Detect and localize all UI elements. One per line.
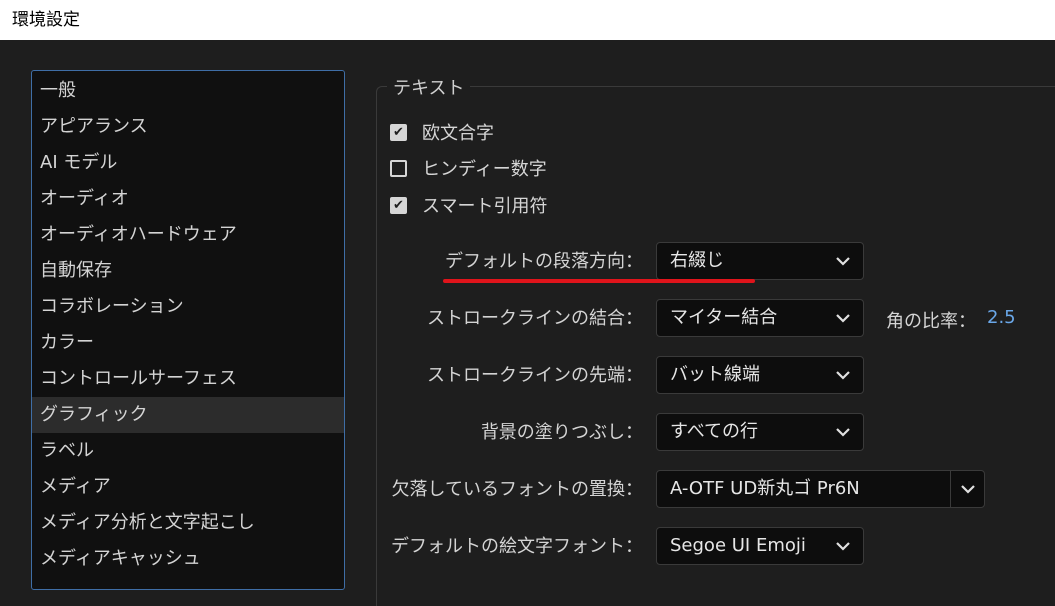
sidebar-item-labels[interactable]: ラベル xyxy=(32,433,344,469)
sidebar-item-collaboration[interactable]: コラボレーション xyxy=(32,289,344,325)
background-fill-dropdown[interactable]: すべての行 xyxy=(656,413,864,451)
checkbox-smart-quotes[interactable]: ✔ スマート引用符 xyxy=(390,193,547,217)
annotation-red-underline xyxy=(443,279,755,283)
stroke-cap-value: バット線端 xyxy=(670,364,760,385)
sidebar-item-graphics[interactable]: グラフィック xyxy=(32,397,344,433)
checkbox-hindi-digits-label: ヒンディー数字 xyxy=(422,159,547,180)
sidebar-item-media-cache[interactable]: メディアキャッシュ xyxy=(32,541,344,577)
sidebar-item-color[interactable]: カラー xyxy=(32,325,344,361)
sidebar-item-general[interactable]: 一般 xyxy=(32,73,344,109)
stroke-join-value: マイター結合 xyxy=(670,307,778,328)
check-icon[interactable]: ✔ xyxy=(390,123,407,141)
miter-ratio-value[interactable]: 2.5 xyxy=(987,307,1016,328)
emoji-font-dropdown[interactable]: Segoe UI Emoji xyxy=(656,527,864,565)
checkbox-empty-icon[interactable] xyxy=(390,159,407,177)
checkbox-smart-quotes-label: スマート引用符 xyxy=(422,196,548,217)
paragraph-direction-dropdown[interactable]: 右綴じ xyxy=(656,242,864,280)
emoji-font-label: デフォルトの絵文字フォント： xyxy=(391,536,643,557)
sidebar-item-appearance[interactable]: アピアランス xyxy=(32,109,344,145)
text-section-title: テキスト xyxy=(387,74,471,100)
window-title: 環境設定 xyxy=(0,0,1055,40)
missing-font-replace-dropdown[interactable]: A-OTF UD新丸ゴ Pr6N xyxy=(656,470,985,508)
sidebar-item-media-analysis[interactable]: メディア分析と文字起こし xyxy=(32,505,344,541)
chevron-down-icon xyxy=(831,300,855,336)
chevron-down-icon xyxy=(831,357,855,393)
chevron-down-icon xyxy=(831,414,855,450)
sidebar-item-audio[interactable]: オーディオ xyxy=(32,181,344,217)
checkbox-hindi-digits[interactable]: ヒンディー数字 xyxy=(390,156,547,180)
sidebar-item-auto-save[interactable]: 自動保存 xyxy=(32,253,344,289)
check-icon[interactable]: ✔ xyxy=(390,196,407,214)
checkbox-ligatures[interactable]: ✔ 欧文合字 xyxy=(390,120,494,144)
sidebar-item-audio-hardware[interactable]: オーディオハードウェア xyxy=(32,217,344,253)
stroke-cap-label: ストロークラインの先端： xyxy=(427,365,643,386)
background-fill-value: すべての行 xyxy=(670,421,759,442)
stroke-cap-dropdown[interactable]: バット線端 xyxy=(656,356,864,394)
sidebar-item-control-surface[interactable]: コントロールサーフェス xyxy=(32,361,344,397)
missing-font-replace-label: 欠落しているフォントの置換： xyxy=(391,479,643,500)
stroke-join-label: ストロークラインの結合： xyxy=(427,308,643,329)
sidebar-item-ai-models[interactable]: AI モデル xyxy=(32,145,344,181)
paragraph-direction-label: デフォルトの段落方向： xyxy=(445,251,643,272)
miter-ratio-label: 角の比率： xyxy=(886,311,976,332)
preferences-sidebar: 一般 アピアランス AI モデル オーディオ オーディオハードウェア 自動保存 … xyxy=(31,70,345,590)
missing-font-replace-value: A-OTF UD新丸ゴ Pr6N xyxy=(670,478,860,499)
background-fill-label: 背景の塗りつぶし： xyxy=(480,422,643,443)
sidebar-item-media[interactable]: メディア xyxy=(32,469,344,505)
chevron-down-icon xyxy=(831,243,855,279)
paragraph-direction-value: 右綴じ xyxy=(670,250,724,271)
chevron-down-icon[interactable] xyxy=(950,471,984,507)
checkbox-ligatures-label: 欧文合字 xyxy=(422,123,494,144)
stroke-join-dropdown[interactable]: マイター結合 xyxy=(656,299,864,337)
emoji-font-value: Segoe UI Emoji xyxy=(670,535,806,556)
chevron-down-icon xyxy=(831,528,855,564)
